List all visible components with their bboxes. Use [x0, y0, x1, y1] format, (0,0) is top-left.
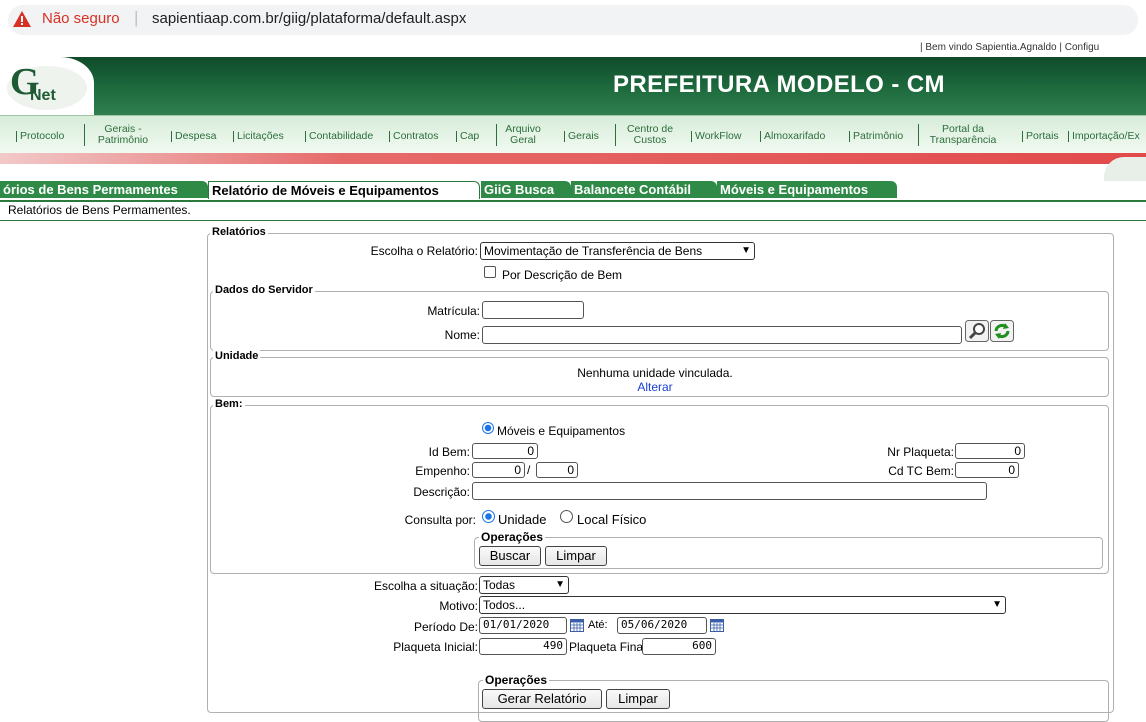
main-menu: Protocolo Gerais - Patrimônio Despesa Li…: [0, 115, 1146, 154]
tab-balancete[interactable]: Balancete Contábil: [571, 181, 717, 198]
escolha-relatorio-label: Escolha o Relatório:: [370, 244, 478, 258]
search-icon[interactable]: [965, 320, 989, 342]
gerar-relatorio-button[interactable]: Gerar Relatório: [482, 689, 602, 709]
menu-workflow[interactable]: WorkFlow: [691, 131, 741, 142]
situacao-label: Escolha a situação:: [373, 579, 478, 593]
unidade-legend: Unidade: [213, 350, 261, 362]
plaqueta-final-label: Plaqueta Final:: [569, 640, 650, 654]
menu-despesa[interactable]: Despesa: [171, 131, 216, 142]
gnet-logo-icon: G Net: [7, 61, 87, 110]
motivo-select[interactable]: Todos... ▼: [479, 596, 1006, 614]
por-descricao-checkbox[interactable]: [484, 266, 496, 278]
local-fisico-radio-label: Local Físico: [577, 512, 647, 527]
chevron-down-icon: ▼: [741, 245, 751, 256]
chevron-down-icon: ▼: [992, 599, 1002, 610]
empenho-separator: /: [527, 463, 531, 477]
logo-text: Net: [30, 87, 56, 104]
menu-importacao[interactable]: Importação/Ex: [1068, 131, 1140, 142]
situacao-select[interactable]: Todas ▼: [479, 576, 569, 594]
unidade-radio-label: Unidade: [498, 512, 547, 527]
unidade-radio[interactable]: [482, 510, 495, 523]
menu-portal-transparencia[interactable]: Portal da Transparência: [918, 124, 1004, 146]
relatorio-select[interactable]: Movimentação de Transferência de Bens ▼: [480, 242, 755, 260]
gerar-limpar-button[interactable]: Limpar: [606, 689, 670, 709]
plaqueta-final-input[interactable]: 600: [642, 638, 716, 655]
buscar-button[interactable]: Buscar: [479, 546, 541, 566]
top-links-bar: | Bem vindo Sapientia.Agnaldo | Configu: [0, 40, 1146, 57]
welcome-text[interactable]: | Bem vindo Sapientia.Agnaldo | Configu: [920, 42, 1099, 53]
plaqueta-inicial-label: Plaqueta Inicial:: [393, 640, 478, 654]
plaqueta-inicial-input[interactable]: 490: [479, 638, 567, 655]
menu-arquivo-geral[interactable]: Arquivo Geral: [496, 124, 546, 146]
menu-contratos[interactable]: Contratos: [389, 131, 439, 142]
menu-patrimonio[interactable]: Patrimônio: [849, 131, 903, 142]
header-corner: [1104, 157, 1146, 181]
motivo-label: Motivo:: [439, 599, 478, 613]
menu-contabilidade[interactable]: Contabilidade: [305, 131, 373, 142]
periodo-de-input[interactable]: 01/01/2020: [479, 617, 567, 634]
bem-operacoes-legend: Operações: [479, 530, 546, 544]
bem-legend: Bem:: [213, 398, 245, 410]
ate-label: Até:: [588, 619, 608, 631]
not-secure-label[interactable]: Não seguro: [42, 10, 120, 27]
header-banner: [0, 57, 1146, 115]
nome-input[interactable]: [482, 326, 962, 344]
servidor-legend: Dados do Servidor: [213, 284, 315, 296]
local-fisico-radio[interactable]: [560, 510, 573, 523]
relatorios-legend: Relatórios: [210, 226, 268, 238]
divider: [0, 220, 1146, 221]
bem-limpar-button[interactable]: Limpar: [545, 546, 607, 566]
tab-relatorios-bens[interactable]: órios de Bens Permamentes: [0, 181, 208, 198]
tab-strip: órios de Bens Permamentes Relatório de M…: [0, 180, 1146, 202]
calendar-icon[interactable]: [710, 619, 724, 632]
address-url[interactable]: sapientiaap.com.br/giig/plataforma/defau…: [152, 10, 466, 27]
chevron-down-icon: ▼: [555, 579, 565, 590]
nr-plaqueta-input[interactable]: 0: [955, 443, 1025, 459]
matricula-input[interactable]: [482, 301, 584, 319]
periodo-ate-input[interactable]: 05/06/2020: [617, 617, 707, 634]
menu-gerais-patrimonio[interactable]: Gerais - Patrimônio: [84, 124, 158, 146]
menu-centro-de-custos[interactable]: Centro de Custos: [615, 124, 681, 146]
menu-protocolo[interactable]: Protocolo: [16, 131, 64, 142]
empenho1-input[interactable]: 0: [472, 462, 525, 478]
unidade-message: Nenhuma unidade vinculada.: [577, 366, 733, 380]
warning-icon[interactable]: [12, 9, 32, 29]
menu-portais[interactable]: Portais: [1022, 131, 1059, 142]
cd-tc-bem-input[interactable]: 0: [955, 462, 1019, 478]
address-separator: |: [134, 8, 139, 27]
descricao-label: Descrição:: [413, 485, 470, 499]
calendar-icon[interactable]: [570, 619, 584, 632]
empenho-label: Empenho:: [415, 464, 470, 478]
id-bem-label: Id Bem:: [428, 445, 470, 459]
nome-label: Nome:: [444, 328, 480, 342]
menu-gerais[interactable]: Gerais: [564, 131, 599, 142]
alterar-link[interactable]: Alterar: [620, 380, 690, 394]
breadcrumb: Relatórios de Bens Permamentes.: [8, 203, 191, 217]
consulta-por-label: Consulta por:: [404, 513, 476, 527]
refresh-icon[interactable]: [990, 320, 1014, 342]
id-bem-input[interactable]: 0: [472, 443, 538, 459]
cd-tc-bem-label: Cd TC Bem:: [888, 464, 954, 478]
menu-licitacoes[interactable]: Licitações: [233, 131, 284, 142]
tab-relatorio-moveis[interactable]: Relatório de Móveis e Equipamentos: [208, 181, 480, 199]
periodo-de-label: Período De:: [413, 620, 478, 634]
nr-plaqueta-label: Nr Plaqueta:: [887, 445, 954, 459]
tab-moveis-equipamentos[interactable]: Móveis e Equipamentos: [717, 181, 897, 198]
matricula-label: Matrícula:: [427, 304, 480, 318]
por-descricao-label: Por Descrição de Bem: [502, 268, 623, 282]
menu-cap[interactable]: Cap: [456, 131, 479, 142]
moveis-radio-label: Móveis e Equipamentos: [497, 424, 626, 438]
menu-almoxarifado[interactable]: Almoxarifado: [760, 131, 825, 142]
tab-giig-busca[interactable]: GiiG Busca: [481, 181, 571, 198]
site-title: PREFEITURA MODELO - CM: [613, 71, 945, 98]
header-accent-stripe: [0, 153, 1146, 164]
descricao-input[interactable]: [472, 482, 987, 500]
gerar-operacoes-legend: Operações: [483, 673, 550, 687]
empenho2-input[interactable]: 0: [536, 462, 578, 478]
moveis-radio[interactable]: [482, 422, 494, 434]
